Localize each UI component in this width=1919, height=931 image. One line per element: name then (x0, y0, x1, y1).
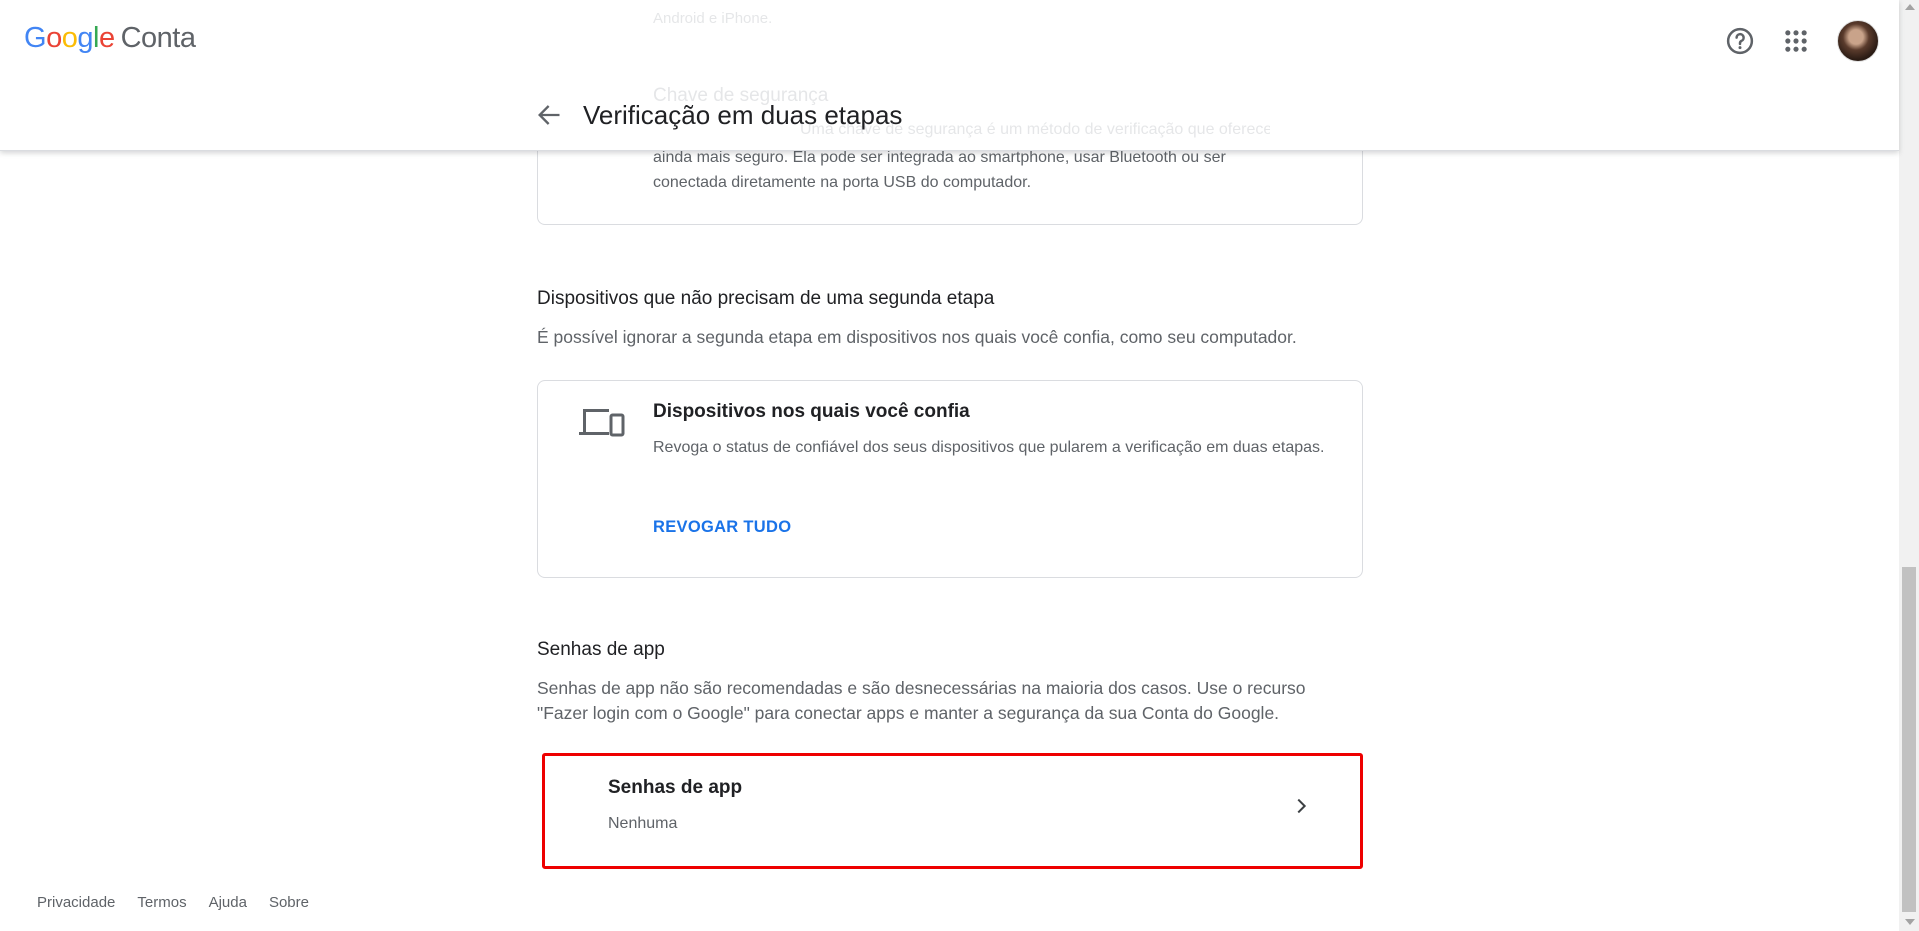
trusted-devices-title: Dispositivos nos quais você confia (653, 401, 970, 422)
app-passwords-card-title: Senhas de app (608, 777, 743, 798)
revoke-all-button[interactable]: REVOGAR TUDO (653, 518, 791, 537)
app-passwords-card-value: Nenhuma (608, 815, 678, 832)
footer-about-link[interactable]: Sobre (269, 894, 309, 911)
faded-security-key-title: Chave de segurança (653, 85, 829, 106)
scroll-down-arrow-icon[interactable] (1905, 919, 1915, 925)
logo-letter: o (46, 22, 62, 54)
avatar[interactable] (1837, 20, 1879, 62)
footer-help-link[interactable]: Ajuda (209, 894, 247, 911)
devices-section-description: É possível ignorar a segunda etapa em di… (537, 327, 1297, 347)
scroll-up-arrow-icon[interactable] (1905, 4, 1915, 10)
logo-letter: o (61, 22, 78, 54)
footer-links: Privacidade Termos Ajuda Sobre (37, 894, 309, 911)
product-name: Conta (120, 22, 196, 54)
scrollbar-thumb[interactable] (1902, 567, 1916, 912)
faded-android-text: Android e iPhone. (653, 10, 773, 27)
chevron-right-icon[interactable] (1290, 795, 1312, 817)
logo-letter: g (77, 22, 93, 54)
logo-letter: e (98, 22, 115, 54)
app-passwords-section-title: Senhas de app (537, 639, 665, 660)
security-key-description: ainda mais seguro. Ela pode ser integrad… (653, 149, 1226, 191)
footer-terms-link[interactable]: Termos (137, 894, 186, 911)
devices-section-title: Dispositivos que não precisam de uma seg… (537, 288, 995, 309)
apps-grid-icon[interactable] (1782, 27, 1810, 55)
devices-icon (579, 409, 625, 437)
google-account-logo[interactable]: Google Conta (24, 22, 196, 55)
app-passwords-section-description: Senhas de app não são recomendadas e são… (537, 678, 1306, 723)
back-arrow-icon[interactable] (535, 101, 563, 129)
faded-security-key-desc: Uma chave de segurança é um método de ve… (800, 121, 1270, 138)
logo-letter: G (24, 22, 47, 54)
trusted-devices-description: Revoga o status de confiável dos seus di… (653, 439, 1325, 456)
footer-privacy-link[interactable]: Privacidade (37, 894, 115, 911)
help-icon[interactable] (1725, 26, 1755, 56)
